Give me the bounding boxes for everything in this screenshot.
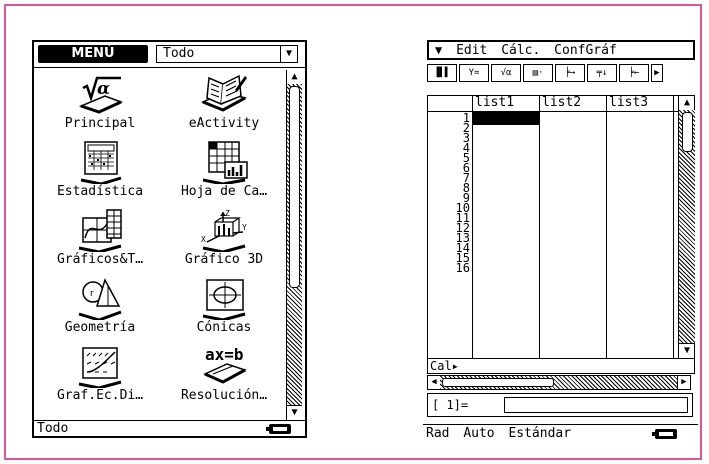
column-header[interactable]: list1 [473,96,541,112]
scroll-up-icon[interactable]: ▲ [679,96,695,111]
app-geometria[interactable]: r Geometría [38,274,162,342]
battery-icon [652,429,677,439]
spreadsheet-screen: ▼ Edit Cálc. ConfGráf ▐▌▌ Y= √α ▤· ╞→ ╤↓… [423,40,698,445]
column-header[interactable]: list3 [607,96,679,112]
app-label: Geometría [64,320,136,335]
y-equals-icon[interactable]: Y= [459,64,489,82]
cell-entry-bar: [ 1]= [427,393,693,417]
angle-mode[interactable]: Rad [426,426,449,441]
list-vertical-scrollbar[interactable]: ▲ ▼ [678,96,695,358]
app-label: Estadística [56,184,144,199]
app-label: Resolución… [180,388,268,403]
open-book-icon [201,74,247,112]
sort-down-icon[interactable]: ╤↓ [587,64,617,82]
menu-graph-config[interactable]: ConfGráf [554,43,617,58]
selected-cell[interactable] [473,112,539,125]
calc-mode[interactable]: Auto [463,426,494,441]
column-list3[interactable]: list3 [607,96,679,358]
svg-text:X: X [201,235,206,244]
app-eactivity[interactable]: eActivity [162,70,286,138]
scroll-track[interactable] [679,110,695,344]
svg-text:ax=b: ax=b [205,345,244,364]
app-graf-ec-dif[interactable]: Graf.Ec.Di… [38,342,162,410]
graph-table-icon [78,209,122,252]
graph-3d-icon: X Z Y [201,209,247,252]
svg-text:r: r [90,289,94,299]
stat-graph-icon[interactable]: ▤· [523,64,553,82]
status-text: Todo [37,421,69,436]
conics-icon [202,279,246,320]
dropdown-menu-icon[interactable]: ▼ [435,43,442,57]
row-number: 16 [455,261,470,275]
scroll-down-icon[interactable]: ▼ [679,343,695,358]
scroll-track[interactable] [287,84,302,406]
svg-text:Y: Y [242,223,247,232]
display-mode[interactable]: Estándar [508,426,571,441]
app-graficos-tablas[interactable]: Gráficos&T… [38,206,162,274]
sqrt-alpha-icon: α [78,76,123,114]
app-grid: α Principal eActivity Estadística Hoja d… [38,70,286,418]
cell-reference: [ 1]= [432,398,469,412]
app-estadistica[interactable]: Estadística [38,138,162,206]
app-hoja-de-calculo[interactable]: Hoja de Ca… [162,138,286,206]
list-horizontal-scrollbar[interactable]: ◀ ▶ [427,375,691,390]
app-label: eActivity [188,116,260,131]
scroll-thumb[interactable] [442,378,554,387]
scroll-track[interactable] [440,376,678,389]
category-dropdown[interactable]: Todo ▼ [156,45,298,63]
menu-button[interactable]: MENÚ [38,45,148,63]
app-label: Cónicas [196,320,252,335]
diff-eq-graph-icon [78,347,122,388]
app-resolucion[interactable]: ax=b Resolución… [162,342,286,410]
status-bar: Rad Auto Estándar [423,424,698,442]
cell-entry-input[interactable] [504,397,688,413]
status-bar: Todo [34,420,305,436]
geometry-icon: r [78,278,122,320]
list-editor: 1 2 3 4 5 6 7 8 9 10 11 12 13 14 15 16 l… [427,95,695,374]
svg-text:α: α [97,79,110,99]
column-list1[interactable]: list1 [473,96,541,358]
equation-solver-icon: ax=b [203,345,247,384]
app-conicas[interactable]: Cónicas [162,274,286,342]
scroll-down-icon[interactable]: ▼ [287,405,302,420]
app-principal[interactable]: α Principal [38,70,162,138]
app-grid-scrollbar[interactable]: ▲ ▼ [286,70,302,420]
chevron-down-icon[interactable]: ▼ [280,46,297,62]
menu-screen: MENÚ Todo ▼ α Principal eActivity Estadí… [32,40,307,438]
svg-text:Z: Z [225,209,230,218]
column-header[interactable]: list2 [540,96,608,112]
app-label: Hoja de Ca… [180,184,268,199]
scroll-thumb[interactable] [289,86,300,288]
corner-header [428,96,472,112]
scroll-up-icon[interactable]: ▲ [287,70,302,85]
histogram-icon[interactable]: ▐▌▌ [427,64,457,82]
app-label: Graf.Ec.Di… [56,388,144,403]
main-sqrt-icon[interactable]: √α [491,64,521,82]
scroll-right-icon[interactable]: ▶ [677,376,690,389]
column-list2[interactable]: list2 [540,96,608,358]
toolbar: ▐▌▌ Y= √α ▤· ╞→ ╤↓ ╞← ▶ [427,64,695,82]
menu-calc[interactable]: Cálc. [501,43,540,58]
menu-header: MENÚ Todo ▼ [34,42,305,68]
spreadsheet-icon [202,141,248,184]
app-label: Gráfico 3D [184,252,264,267]
app-label: Gráficos&T… [56,252,144,267]
menu-edit[interactable]: Edit [456,43,487,58]
app-grafico-3d[interactable]: X Z Y Gráfico 3D [162,206,286,274]
calc-row-label[interactable]: Cal▸ [428,358,472,373]
category-value: Todo [163,46,195,61]
scroll-thumb[interactable] [682,112,693,152]
insert-row-icon[interactable]: ╞→ [555,64,585,82]
battery-icon [266,424,291,434]
menu-bar: ▼ Edit Cálc. ConfGráf [427,40,695,60]
delete-row-icon[interactable]: ╞← [619,64,649,82]
row-number-column: 1 2 3 4 5 6 7 8 9 10 11 12 13 14 15 16 [428,96,473,358]
app-label: Principal [64,116,136,131]
statistics-icon [80,141,122,184]
toolbar-next-icon[interactable]: ▶ [651,64,663,82]
